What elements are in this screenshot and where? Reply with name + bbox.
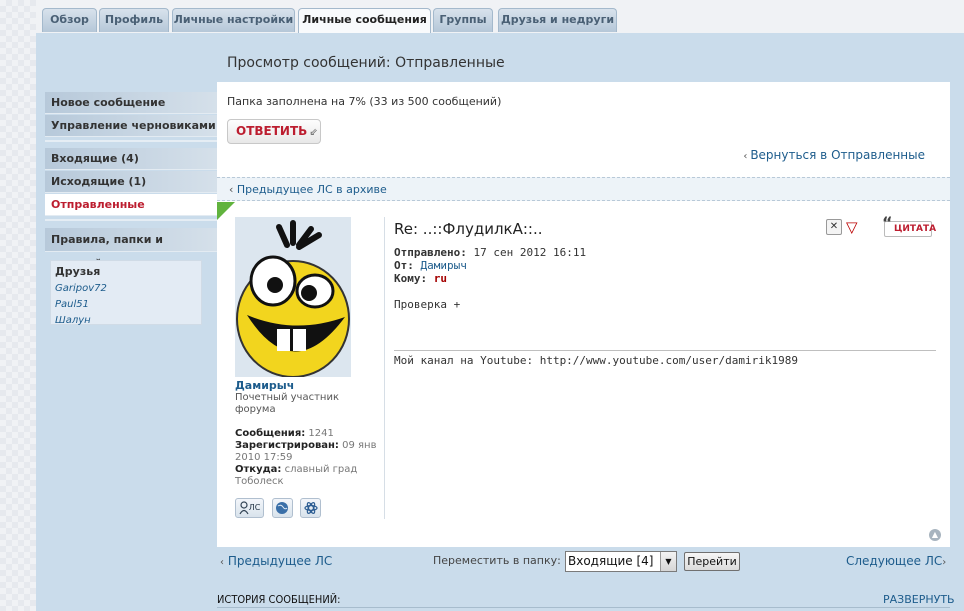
- friends-box: Друзья Garipov72 Paul51 Шалун: [50, 260, 202, 326]
- author-stats: Сообщения: 1241 Зарегистрирован: 09 янв …: [235, 428, 385, 488]
- from-label: От:: [394, 259, 414, 272]
- author-rank: Почетный участник форума: [235, 392, 339, 415]
- friends-title: Друзья: [55, 265, 101, 278]
- sidebar-divider: [45, 219, 217, 221]
- message-body: Проверка +: [394, 298, 461, 311]
- globe-icon: [276, 501, 288, 514]
- back-link-label: Вернуться в Отправленные: [750, 148, 925, 162]
- friend-link[interactable]: Шалун: [55, 313, 197, 329]
- friend-link[interactable]: Paul51: [55, 297, 197, 313]
- tab-groups[interactable]: Группы: [433, 8, 493, 32]
- avatar: [235, 217, 351, 378]
- unread-corner-marker: [217, 202, 235, 220]
- signature-divider: [394, 350, 936, 351]
- registered-label: Зарегистрирован:: [235, 440, 339, 451]
- back-to-top-icon[interactable]: ▲: [929, 529, 941, 541]
- chevron-left-icon: ‹: [220, 557, 224, 568]
- page-title: Просмотр сообщений: Отправленные: [227, 55, 505, 71]
- atom-icon: [303, 501, 318, 514]
- tab-friends-foes[interactable]: Друзья и недруги: [498, 8, 617, 32]
- icq-flower-icon[interactable]: [300, 498, 321, 518]
- tab-profile[interactable]: Профиль: [99, 8, 169, 32]
- pm-user-icon[interactable]: ЛС: [235, 498, 264, 518]
- chevron-left-icon: ‹: [229, 183, 234, 196]
- recipient-link[interactable]: ru: [434, 272, 447, 285]
- posts-count: 1241: [308, 428, 334, 439]
- folder-select[interactable]: Входящие [4] ▼: [565, 551, 677, 572]
- to-label: Кому:: [394, 272, 428, 285]
- sidebar-item-new-message[interactable]: Новое сообщение: [45, 92, 217, 114]
- folder-usage: Папка заполнена на 7% (33 из 500 сообщен…: [227, 95, 502, 108]
- message-signature: Мой канал на Youtube: http://www.youtube…: [394, 354, 798, 367]
- quote-label: ЦИТАТА: [894, 224, 937, 234]
- sent-label: Отправлено:: [394, 246, 467, 259]
- next-message-label: Следующее ЛС: [846, 554, 943, 568]
- tab-personal-settings[interactable]: Личные настройки: [172, 8, 295, 32]
- delete-icon[interactable]: ✕: [826, 219, 842, 235]
- friend-link[interactable]: Garipov72: [55, 281, 197, 297]
- author-name[interactable]: Дамирыч: [235, 379, 294, 392]
- sender-link[interactable]: Дамирыч: [421, 259, 467, 272]
- back-to-sent-link[interactable]: ‹ Вернуться в Отправленные: [743, 148, 925, 162]
- message-history-heading: ИСТОРИЯ СООБЩЕНИЙ:: [217, 593, 341, 606]
- history-divider: [217, 607, 950, 608]
- message-meta: Отправлено: 17 сен 2012 16:11 От: Дамиры…: [394, 246, 586, 285]
- quote-mark-icon: “: [882, 213, 893, 232]
- sidebar-item-outbox[interactable]: Исходящие (1): [45, 171, 217, 193]
- prev-message-label: Предыдущее ЛС: [227, 554, 333, 568]
- from-label: Откуда:: [235, 464, 282, 475]
- reply-arrow-icon: ⇙: [309, 127, 318, 138]
- quote-button[interactable]: “ЦИТАТА: [882, 215, 936, 237]
- pm-icon-label: ЛС: [248, 503, 261, 512]
- post-divider: [384, 217, 385, 519]
- report-warning-icon[interactable]: ▽: [846, 219, 858, 235]
- move-to-folder-label: Переместить в папку:: [433, 554, 561, 567]
- sent-date: 17 сен 2012 16:11: [473, 246, 587, 259]
- go-button[interactable]: Перейти: [684, 552, 740, 571]
- tab-overview[interactable]: Обзор: [42, 8, 97, 32]
- user-icon: [239, 500, 249, 514]
- message-subject: Re: ..::ФлудилкА::..: [394, 220, 543, 238]
- background-pattern: [0, 0, 36, 611]
- chevron-left-icon: ‹: [743, 151, 748, 162]
- next-message-link[interactable]: Следующее ЛС›: [846, 554, 946, 568]
- smiley-avatar-icon: [235, 217, 351, 378]
- website-globe-icon[interactable]: [271, 498, 293, 518]
- archive-nav-bar: ‹ Предыдущее ЛС в архиве: [217, 177, 950, 201]
- sidebar-divider: [45, 140, 217, 142]
- user-contact-icons: ЛС: [235, 498, 325, 518]
- dropdown-arrow-icon: ▼: [660, 552, 676, 571]
- expand-history-link[interactable]: РАЗВЕРНУТЬ: [883, 593, 955, 606]
- prev-message-link[interactable]: ‹ Предыдущее ЛС: [220, 554, 332, 568]
- sidebar-item-rules[interactable]: Правила, папки и настройки: [45, 228, 217, 270]
- message-panel: Папка заполнена на 7% (33 из 500 сообщен…: [217, 82, 950, 547]
- sidebar-item-drafts[interactable]: Управление черновиками: [45, 115, 217, 137]
- folder-select-value: Входящие [4]: [568, 554, 654, 568]
- prev-archive-link[interactable]: ‹ Предыдущее ЛС в архиве: [229, 183, 387, 196]
- reply-button[interactable]: ОТВЕТИТЬ ⇙: [227, 119, 321, 144]
- sidebar-item-inbox[interactable]: Входящие (4): [45, 148, 217, 170]
- posts-label: Сообщения:: [235, 428, 306, 439]
- chevron-right-icon: ›: [942, 557, 947, 568]
- tab-private-messages[interactable]: Личные сообщения: [298, 8, 431, 34]
- reply-label: ОТВЕТИТЬ: [236, 124, 308, 138]
- sidebar-item-sent[interactable]: Отправленные: [45, 194, 217, 216]
- prev-archive-label: Предыдущее ЛС в архиве: [236, 183, 387, 196]
